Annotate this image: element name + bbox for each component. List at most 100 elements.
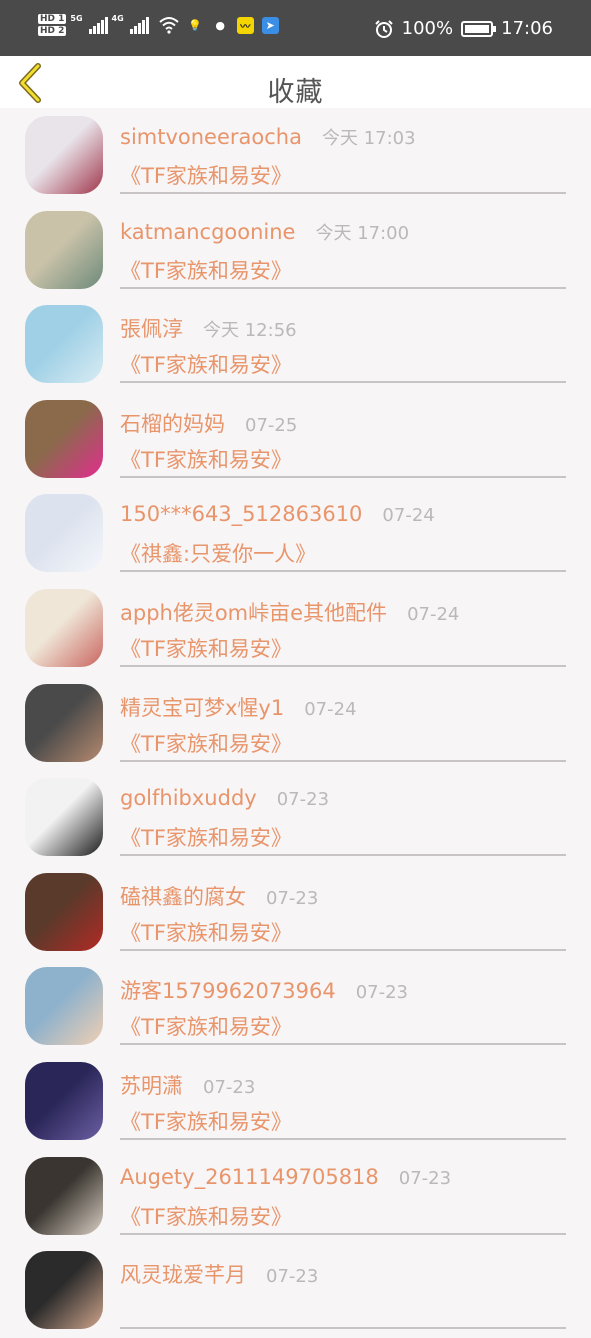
- timestamp: 07-24: [407, 604, 460, 625]
- name-line: 风灵珑爱芊月 07-23: [120, 1259, 318, 1289]
- list-item[interactable]: 150***643_512863610 07-24 《祺鑫:只爱你一人》: [0, 486, 591, 581]
- divider: [120, 381, 566, 384]
- avatar[interactable]: [25, 778, 103, 857]
- user-name: katmancgoonine: [120, 219, 296, 244]
- avatar[interactable]: [25, 683, 103, 762]
- list-item[interactable]: Augety_2611149705818 07-23 《TF家族和易安》: [0, 1149, 591, 1244]
- user-name: 风灵珑爱芊月: [120, 1263, 246, 1288]
- avatar[interactable]: [25, 967, 103, 1046]
- list-item[interactable]: katmancgoonine 今天 17:00 《TF家族和易安》: [0, 203, 591, 298]
- timestamp: 今天 17:00: [315, 222, 410, 244]
- divider: [120, 665, 566, 667]
- name-line: 游客1579962073964 07-23: [120, 975, 408, 1005]
- signal-1-icon: [88, 16, 108, 34]
- user-name: Augety_2611149705818: [120, 1164, 379, 1189]
- list-item[interactable]: 石榴的妈妈 07-25 《TF家族和易安》: [0, 392, 591, 487]
- divider: [120, 475, 566, 478]
- divider: [120, 192, 566, 194]
- name-line: golfhibxuddy 07-23: [120, 786, 329, 810]
- avatar[interactable]: [25, 1062, 103, 1140]
- lightbulb-icon: 💡: [188, 18, 203, 32]
- song-title: 《TF家族和易安》: [120, 1204, 292, 1229]
- timestamp: 07-23: [266, 1266, 319, 1288]
- user-name: 150***643_512863610: [120, 502, 363, 527]
- timestamp: 07-25: [245, 414, 298, 436]
- song-title: 《TF家族和易安》: [120, 826, 292, 851]
- qq-icon: ●: [215, 18, 225, 32]
- divider: [120, 854, 566, 857]
- avatar[interactable]: [25, 116, 103, 194]
- divider: [120, 759, 566, 762]
- network-5g-label: 5G: [70, 14, 83, 23]
- divider: [120, 948, 566, 951]
- app-yellow-icon: 〰: [236, 16, 254, 34]
- song-title: 《TF家族和易安》: [120, 1015, 292, 1040]
- divider: [120, 286, 566, 289]
- song-title: 《TF家族和易安》: [120, 258, 292, 283]
- song-title: 《TF家族和易安》: [120, 1110, 292, 1134]
- name-line: katmancgoonine 今天 17:00: [120, 219, 409, 245]
- timestamp: 07-23: [266, 887, 319, 909]
- song-title: 《TF家族和易安》: [120, 637, 292, 661]
- header: 收藏: [0, 56, 591, 108]
- name-line: apph佬灵om峠亩e其他配件 07-24: [120, 597, 459, 627]
- timestamp: 07-23: [355, 982, 409, 1004]
- network-4g-label: 4G: [111, 14, 124, 23]
- user-name: simtvoneeraocha: [120, 125, 302, 149]
- timestamp: 07-24: [304, 698, 357, 720]
- timestamp: 今天 12:56: [203, 320, 297, 342]
- name-line: simtvoneeraocha 今天 17:03: [120, 124, 416, 150]
- divider: [120, 570, 566, 573]
- status-bar: HD 1 HD 2 5G 4G 💡 ● 〰 ➤ 100% 17:06: [0, 0, 591, 56]
- song-title: 《TF家族和易安》: [120, 447, 292, 472]
- hd-badges: HD 1 HD 2: [38, 14, 67, 36]
- avatar[interactable]: [25, 210, 103, 289]
- battery-icon: [461, 20, 497, 37]
- avatar[interactable]: [25, 1156, 103, 1235]
- timestamp: 07-23: [276, 789, 330, 811]
- user-name: 磕祺鑫的腐女: [120, 884, 246, 909]
- timestamp: 07-23: [398, 1167, 452, 1189]
- divider: [120, 1138, 566, 1140]
- avatar[interactable]: [25, 305, 103, 384]
- avatar[interactable]: [25, 872, 103, 951]
- status-left: HD 1 HD 2 5G 4G 💡 ● 〰 ➤: [38, 14, 279, 36]
- name-line: 150***643_512863610 07-24: [120, 502, 435, 526]
- list-item[interactable]: 苏明潇 07-23 《TF家族和易安》: [0, 1054, 591, 1149]
- song-title: 《TF家族和易安》: [120, 353, 292, 378]
- user-name: 石榴的妈妈: [120, 411, 225, 436]
- list-item[interactable]: 风灵珑爱芊月 07-23: [0, 1243, 591, 1338]
- list-item[interactable]: 張佩淳 今天 12:56 《TF家族和易安》: [0, 297, 591, 392]
- song-title: 《TF家族和易安》: [120, 731, 292, 756]
- timestamp: 今天 17:03: [321, 128, 416, 149]
- user-name: 張佩淳: [120, 317, 183, 342]
- song-title: 《祺鑫:只爱你一人》: [120, 542, 317, 567]
- list-item[interactable]: 磕祺鑫的腐女 07-23 《TF家族和易安》: [0, 865, 591, 960]
- avatar[interactable]: [25, 494, 103, 573]
- divider: [120, 1327, 566, 1330]
- name-line: Augety_2611149705818 07-23: [120, 1165, 451, 1189]
- wifi-icon: [159, 17, 179, 34]
- hd1-badge: HD 1: [38, 14, 67, 24]
- name-line: 張佩淳 今天 12:56: [120, 313, 297, 343]
- signal-2-icon: [129, 16, 149, 34]
- name-line: 石榴的妈妈 07-25: [120, 408, 297, 438]
- list-item[interactable]: simtvoneeraocha 今天 17:03 《TF家族和易安》: [0, 108, 591, 203]
- battery-percent: 100%: [401, 18, 454, 39]
- name-line: 苏明潇 07-23: [120, 1070, 255, 1100]
- alarm-icon: [374, 19, 393, 38]
- timestamp: 07-24: [382, 505, 435, 527]
- user-name: 苏明潇: [120, 1074, 183, 1098]
- list-item[interactable]: apph佬灵om峠亩e其他配件 07-24 《TF家族和易安》: [0, 581, 591, 676]
- avatar[interactable]: [25, 589, 103, 667]
- list-item[interactable]: 精灵宝可梦x惺y1 07-24 《TF家族和易安》: [0, 676, 591, 771]
- page-title: 收藏: [267, 77, 324, 108]
- divider: [120, 1232, 566, 1235]
- user-name: 精灵宝可梦x惺y1: [120, 695, 285, 720]
- list-item[interactable]: golfhibxuddy 07-23 《TF家族和易安》: [0, 770, 591, 865]
- list-item[interactable]: 游客1579962073964 07-23 《TF家族和易安》: [0, 959, 591, 1054]
- name-line: 精灵宝可梦x惺y1 07-24: [120, 692, 357, 722]
- avatar[interactable]: [25, 1251, 103, 1330]
- avatar[interactable]: [25, 399, 103, 478]
- user-name: golfhibxuddy: [120, 786, 257, 811]
